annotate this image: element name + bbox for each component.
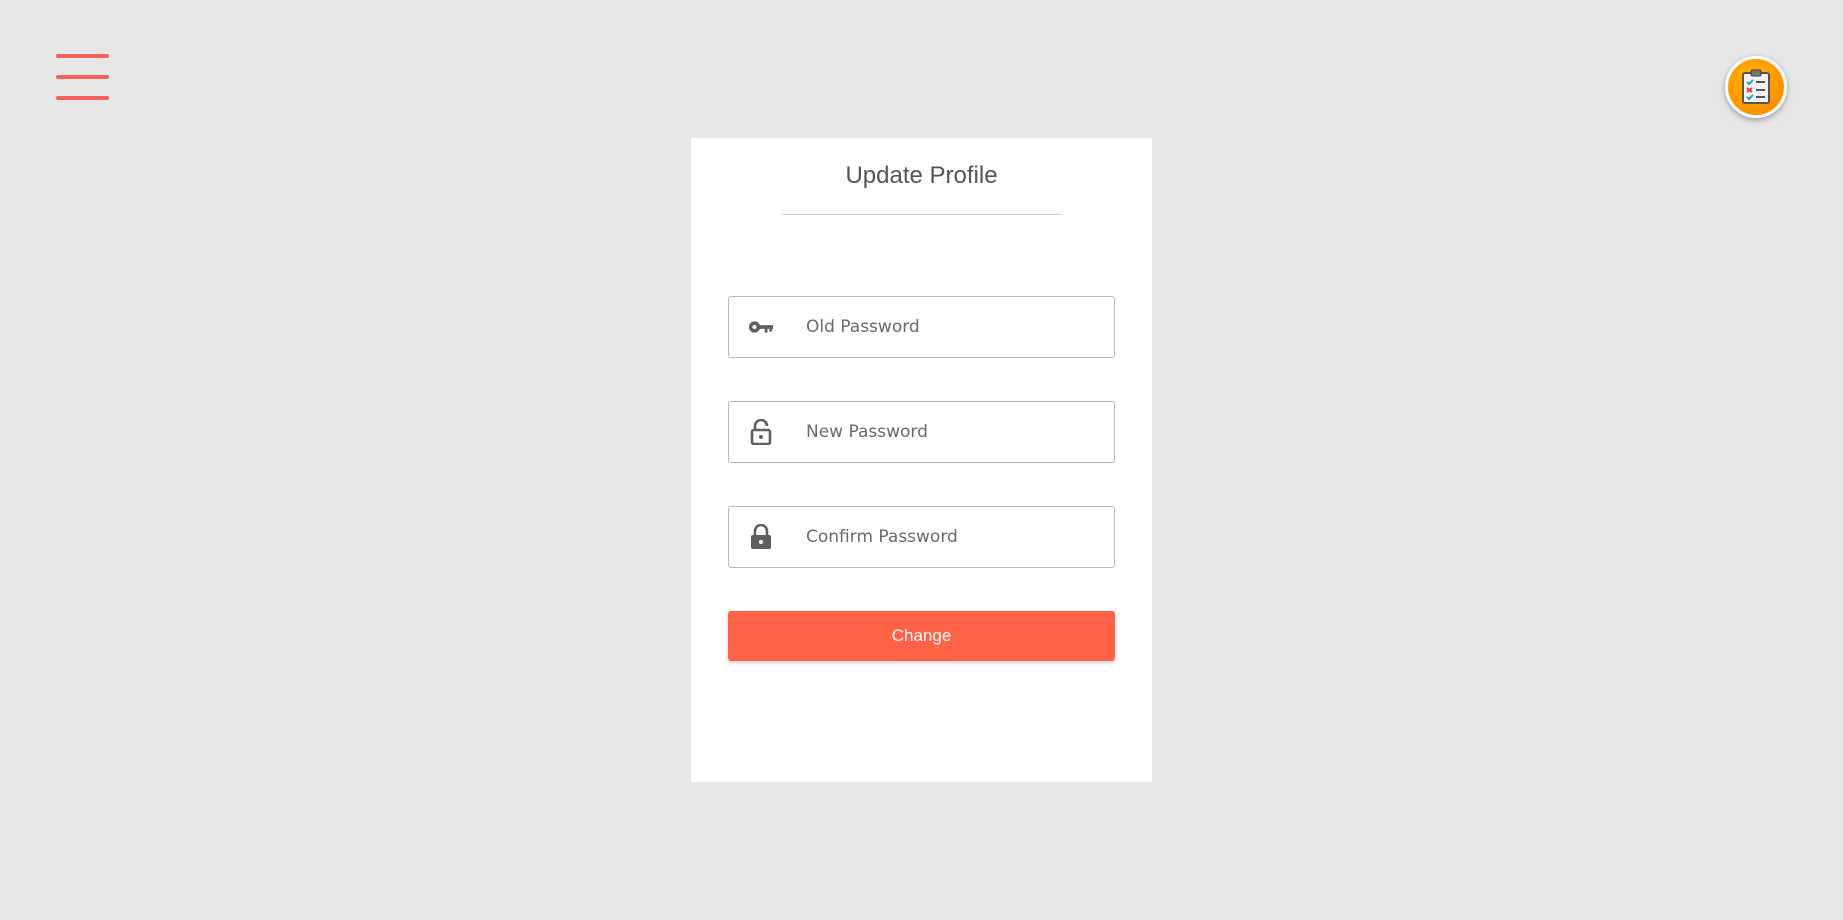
key-icon	[748, 314, 774, 340]
new-password-input[interactable]	[804, 411, 1108, 453]
old-password-input[interactable]	[804, 306, 1108, 348]
old-password-field[interactable]	[728, 296, 1115, 358]
title-divider	[782, 214, 1062, 215]
confirm-password-input[interactable]	[804, 516, 1108, 558]
card-title: Update Profile	[845, 162, 998, 189]
clipboard-checklist-icon	[1742, 69, 1770, 104]
unlocked-padlock-icon	[748, 419, 774, 445]
update-profile-card: Update Profile Change	[691, 138, 1152, 782]
locked-padlock-icon	[748, 524, 774, 550]
menu-bar-bottom	[56, 96, 109, 100]
hamburger-menu-button[interactable]	[56, 54, 109, 102]
menu-bar-top	[56, 54, 109, 58]
confirm-password-field[interactable]	[728, 506, 1115, 568]
checklist-button[interactable]	[1725, 56, 1787, 118]
change-button[interactable]: Change	[728, 611, 1115, 661]
new-password-field[interactable]	[728, 401, 1115, 463]
page: Update Profile Change	[0, 0, 1843, 920]
menu-bar-middle	[56, 75, 109, 79]
